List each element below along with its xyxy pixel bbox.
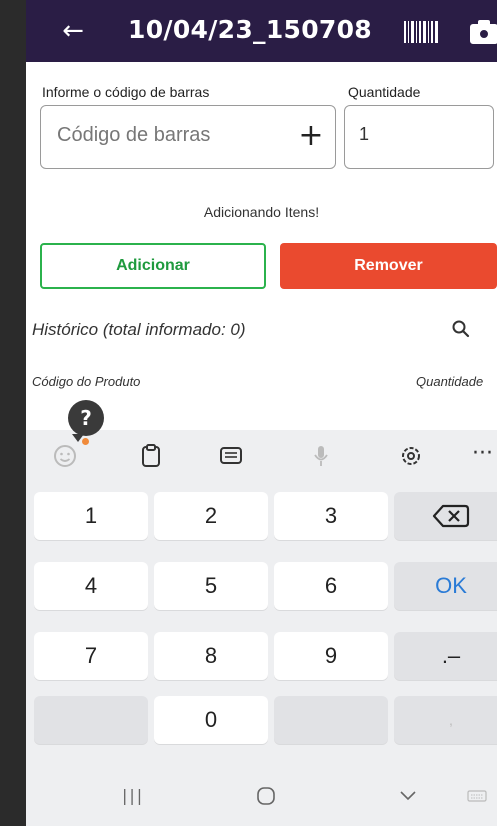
backspace-icon <box>432 504 470 528</box>
key-4[interactable]: 4 <box>34 562 148 610</box>
quantity-field[interactable] <box>344 105 494 169</box>
clipboard-icon[interactable] <box>136 442 166 470</box>
page-title: 10/04/23_150708 <box>128 15 373 44</box>
key-9[interactable]: 9 <box>274 632 388 680</box>
key-6[interactable]: 6 <box>274 562 388 610</box>
status-message: Adicionando Itens! <box>203 204 320 220</box>
history-title: Histórico (total informado: 0) <box>32 320 246 339</box>
quantity-label: Quantidade <box>348 84 421 100</box>
gear-icon[interactable] <box>396 442 426 470</box>
help-button[interactable]: ? <box>68 400 104 442</box>
ok-key[interactable]: OK <box>394 562 497 610</box>
remove-button[interactable]: Remover <box>280 243 497 289</box>
key-3[interactable]: 3 <box>274 492 388 540</box>
app-header: ← 10/04/23_150708 <box>26 0 497 62</box>
column-header-quantity: Quantidade <box>416 374 484 389</box>
add-button[interactable]: Adicionar <box>40 243 266 289</box>
comma-key[interactable]: , <box>394 696 497 744</box>
device-edge <box>0 0 26 826</box>
barcode-field[interactable]: + <box>40 105 336 169</box>
key-7[interactable]: 7 <box>34 632 148 680</box>
notification-dot <box>82 438 89 445</box>
camera-icon[interactable] <box>470 20 497 44</box>
more-icon[interactable]: ··· <box>472 442 497 470</box>
barcode-icon[interactable] <box>404 21 440 43</box>
key-0[interactable]: 0 <box>154 696 268 744</box>
empty-key-right <box>274 696 388 744</box>
key-8[interactable]: 8 <box>154 632 268 680</box>
app-screen: ← 10/04/23_150708 Informe o código de ba… <box>26 0 497 826</box>
quantity-input[interactable] <box>359 124 479 145</box>
recent-apps-icon[interactable]: ||| <box>122 786 144 805</box>
keyboard-switch-icon[interactable] <box>466 786 488 806</box>
empty-key-left <box>34 696 148 744</box>
keyboard-toolbar: ··· <box>26 430 497 482</box>
search-icon[interactable] <box>450 318 472 340</box>
arrow-left-icon[interactable]: ← <box>56 14 90 48</box>
keyboard-mode-icon[interactable] <box>216 442 246 470</box>
emoji-icon[interactable] <box>50 442 80 470</box>
dot-dash-key[interactable]: .– <box>394 632 497 680</box>
barcode-label: Informe o código de barras <box>42 84 210 100</box>
barcode-input[interactable] <box>57 124 277 147</box>
back-down-icon[interactable] <box>396 786 420 806</box>
key-1[interactable]: 1 <box>34 492 148 540</box>
backspace-key[interactable] <box>394 492 497 540</box>
key-2[interactable]: 2 <box>154 492 268 540</box>
add-code-button[interactable]: + <box>295 120 327 152</box>
key-5[interactable]: 5 <box>154 562 268 610</box>
home-icon[interactable] <box>254 786 278 806</box>
microphone-icon[interactable] <box>306 442 336 470</box>
system-navbar: ||| <box>26 766 497 826</box>
column-header-product-code: Código do Produto <box>32 374 141 389</box>
